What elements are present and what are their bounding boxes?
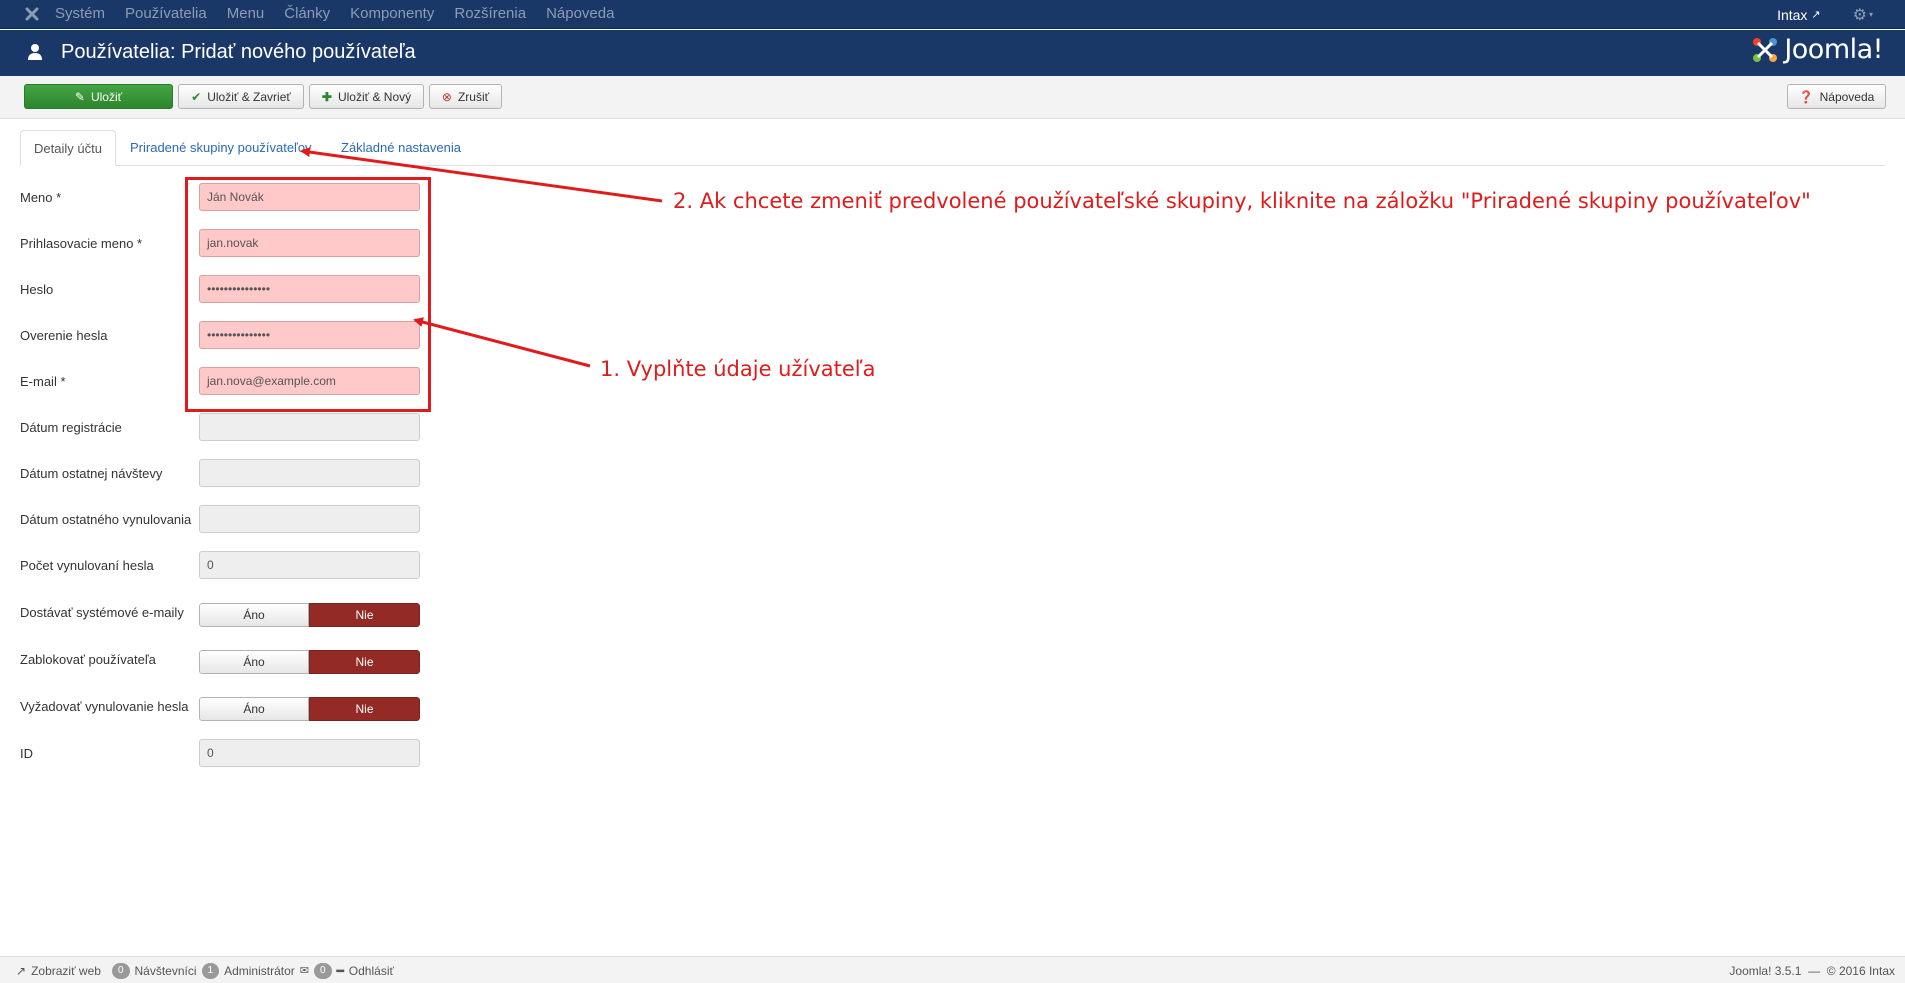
logout-link[interactable]: Odhlásiť (349, 964, 394, 978)
password-confirm-label: Overenie hesla (20, 328, 108, 343)
block-user-label: Zablokovať používateľa (20, 652, 156, 667)
id-field: 0 (199, 739, 420, 767)
save-new-button[interactable]: ✚ Uložiť & Nový (309, 84, 424, 109)
cancel-button[interactable]: ⊗ Zrušiť (429, 84, 502, 109)
menu-users[interactable]: Používatelia (125, 0, 207, 29)
tab-basic-settings[interactable]: Základné nastavenia (341, 130, 461, 166)
require-reset-yes[interactable]: Áno (199, 697, 309, 721)
annotation-highlight-box (185, 177, 431, 412)
send-email-no[interactable]: Nie (309, 603, 420, 627)
messages-badge[interactable]: 0 (314, 962, 332, 979)
last-visit-label: Dátum ostatnej návštevy (20, 466, 163, 481)
save-close-label: Uložiť & Zavrieť (207, 89, 291, 104)
id-label: ID (20, 746, 33, 761)
block-user-no[interactable]: Nie (309, 650, 420, 674)
menu-content[interactable]: Články (284, 0, 330, 29)
gear-icon[interactable]: ⚙ ▾ (1853, 5, 1873, 25)
last-reset-field (199, 505, 420, 533)
joomla-brand-icon (1753, 37, 1778, 62)
annotation-step-1: 1. Vyplňte údaje užívateľa (600, 357, 876, 381)
edit-icon: ✎ (74, 89, 85, 104)
require-reset-no[interactable]: Nie (309, 697, 420, 721)
menu-extensions[interactable]: Rozšírenia (454, 0, 526, 29)
save-close-button[interactable]: ✔ Uložiť & Zavrieť (178, 84, 304, 109)
site-link[interactable]: Intax ↗ (1777, 7, 1821, 23)
last-reset-label: Dátum ostatného vynulovania (20, 512, 192, 527)
tab-assigned-groups[interactable]: Priradené skupiny používateľov (130, 130, 312, 166)
joomla-brand: Joomla! (1750, 34, 1883, 65)
visitors-label: Návštevníci (134, 963, 197, 978)
external-link-icon: ↗ (16, 963, 27, 978)
site-link-label: Intax (1777, 6, 1808, 23)
require-reset-label: Vyžadovať vynulovanie hesla (20, 699, 189, 714)
menu-menus[interactable]: Menu (227, 0, 265, 29)
version-info: Joomla! 3.5.1 — © 2016 Intax (1729, 963, 1895, 978)
register-date-label: Dátum registrácie (20, 420, 122, 435)
send-email-label: Dostávať systémové e-maily (20, 605, 184, 620)
annotation-step-2: 2. Ak chcete zmeniť predvolené používate… (673, 189, 1811, 213)
joomla-wordmark: Joomla! (1784, 34, 1883, 65)
plus-icon: ✚ (321, 89, 332, 104)
user-icon (28, 44, 42, 60)
admin-menu: Systém Používatelia Menu Články Komponen… (55, 0, 634, 29)
password-label: Heslo (20, 282, 54, 297)
page-title: Používatelia: Pridať nového používateľa (61, 41, 416, 63)
help-label: Nápoveda (1819, 89, 1875, 104)
external-link-icon: ↗ (1811, 9, 1821, 21)
help-button[interactable]: ❓ Nápoveda (1787, 84, 1886, 109)
reset-count-field: 0 (199, 551, 420, 579)
admins-badge: 1 (201, 962, 220, 979)
minus-icon: ━ (336, 963, 344, 978)
admins-label: Administrátor (224, 963, 295, 978)
tab-account-details[interactable]: Detaily účtu (20, 130, 116, 166)
email-label: E-mail * (20, 374, 66, 389)
top-navbar: Systém Používatelia Menu Články Komponen… (0, 0, 1905, 29)
name-label: Meno * (20, 190, 62, 205)
toolbar: ✎ Uložiť ✔ Uložiť & Zavrieť ✚ Uložiť & N… (0, 76, 1905, 119)
save-button-label: Uložiť (90, 89, 123, 104)
require-reset-toggle: Áno Nie (199, 697, 420, 721)
view-site-link[interactable]: Zobraziť web (31, 964, 101, 978)
page-header: Používatelia: Pridať nového používateľa … (0, 30, 1905, 76)
send-email-toggle: Áno Nie (199, 603, 420, 627)
username-label: Prihlasovacie meno * (20, 236, 143, 251)
block-user-yes[interactable]: Áno (199, 650, 309, 674)
check-icon: ✔ (191, 89, 202, 104)
envelope-icon[interactable]: ✉ (300, 964, 309, 977)
joomla-logo-icon[interactable] (23, 5, 41, 23)
save-new-label: Uložiť & Nový (337, 89, 412, 104)
send-email-yes[interactable]: Áno (199, 603, 309, 627)
visitors-badge: 0 (111, 962, 130, 979)
save-button[interactable]: ✎ Uložiť (24, 84, 173, 109)
arrow-to-fields (413, 317, 591, 368)
cancel-label: Zrušiť (457, 89, 490, 104)
menu-help[interactable]: Nápoveda (546, 0, 614, 29)
last-visit-field (199, 459, 420, 487)
question-icon: ❓ (1798, 89, 1814, 104)
status-bar: ↗ Zobraziť web 0 Návštevníci 1 Administr… (0, 956, 1905, 983)
register-date-field (199, 413, 420, 441)
block-user-toggle: Áno Nie (199, 650, 420, 674)
reset-count-label: Počet vynulovaní hesla (20, 558, 154, 573)
menu-system[interactable]: Systém (55, 0, 105, 29)
cancel-icon: ⊗ (441, 89, 452, 104)
menu-components[interactable]: Komponenty (350, 0, 434, 29)
tab-bar: Detaily účtu Priradené skupiny používate… (20, 130, 1885, 166)
